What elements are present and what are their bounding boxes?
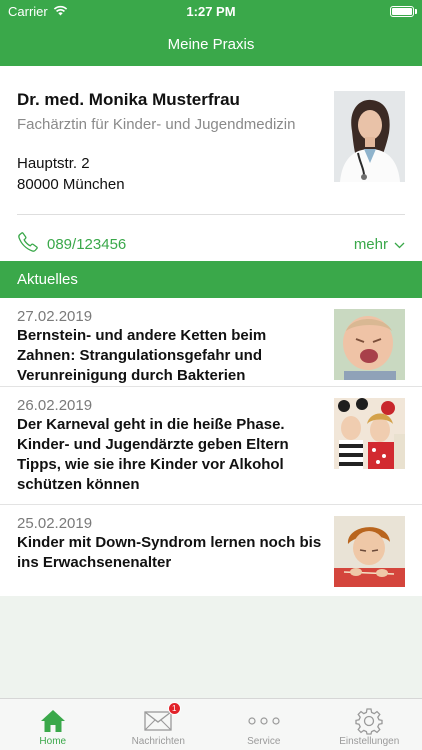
news-title: Bernstein- und andere Ketten beim Zahnen… [17, 327, 267, 384]
news-thumbnail [334, 309, 405, 380]
contact-row: 089/123456 mehr [17, 224, 405, 264]
status-bar: Carrier 1:27 PM [0, 0, 422, 22]
wifi-icon [53, 4, 68, 19]
tab-home-label: Home [39, 736, 67, 747]
news-item[interactable]: 25.02.2019 Kinder mit Down-Syndrom lerne… [0, 505, 422, 596]
news-section-header: Aktuelles [0, 261, 422, 298]
phone-number: 089/123456 [47, 235, 127, 253]
messages-badge: 1 [167, 702, 181, 715]
home-icon [39, 706, 67, 736]
news-date: 27.02.2019 [17, 308, 93, 325]
news-item[interactable]: 26.02.2019 Der Karneval geht in die heiß… [0, 387, 422, 505]
news-thumbnail [334, 516, 405, 587]
news-thumbnail [334, 398, 405, 469]
status-left: Carrier [8, 4, 68, 19]
news-text: 27.02.2019 Bernstein- und andere Ketten … [17, 308, 334, 386]
news-item[interactable]: 27.02.2019 Bernstein- und andere Ketten … [0, 298, 422, 387]
news-title: Kinder mit Down-Syndrom lernen noch bis … [17, 534, 322, 571]
header: Carrier 1:27 PM Meine Praxis [0, 0, 422, 66]
news-list: 27.02.2019 Bernstein- und andere Ketten … [0, 298, 422, 596]
tab-bar: Home 1 Nachrichten Service Einstellungen [0, 698, 422, 750]
practice-card: Dr. med. Monika Musterfrau Fachärztin fü… [0, 66, 422, 261]
carrier-label: Carrier [8, 3, 48, 19]
phone-link[interactable]: 089/123456 [17, 231, 126, 257]
more-dots-icon [247, 706, 281, 736]
news-date: 26.02.2019 [17, 397, 93, 414]
battery-icon [390, 5, 417, 17]
news-text: 25.02.2019 Kinder mit Down-Syndrom lerne… [17, 515, 334, 596]
tab-settings-label: Einstellungen [339, 736, 400, 747]
gear-icon [355, 706, 383, 736]
chevron-down-icon [394, 236, 405, 253]
doctor-photo [334, 91, 405, 182]
news-text: 26.02.2019 Der Karneval geht in die heiß… [17, 397, 334, 504]
news-date: 25.02.2019 [17, 515, 93, 532]
tab-home[interactable]: Home [0, 699, 106, 750]
tab-messages[interactable]: 1 Nachrichten [106, 699, 212, 750]
phone-icon [17, 231, 39, 257]
more-button[interactable]: mehr [354, 236, 405, 253]
more-label: mehr [353, 235, 388, 253]
tab-settings[interactable]: Einstellungen [317, 699, 422, 750]
divider [17, 214, 405, 215]
tab-service-label: Service [247, 736, 281, 747]
tab-service[interactable]: Service [211, 699, 317, 750]
page-title: Meine Praxis [167, 35, 255, 53]
news-title: Der Karneval geht in die heiße Phase. Ki… [17, 416, 289, 493]
tab-messages-label: Nachrichten [131, 736, 185, 747]
